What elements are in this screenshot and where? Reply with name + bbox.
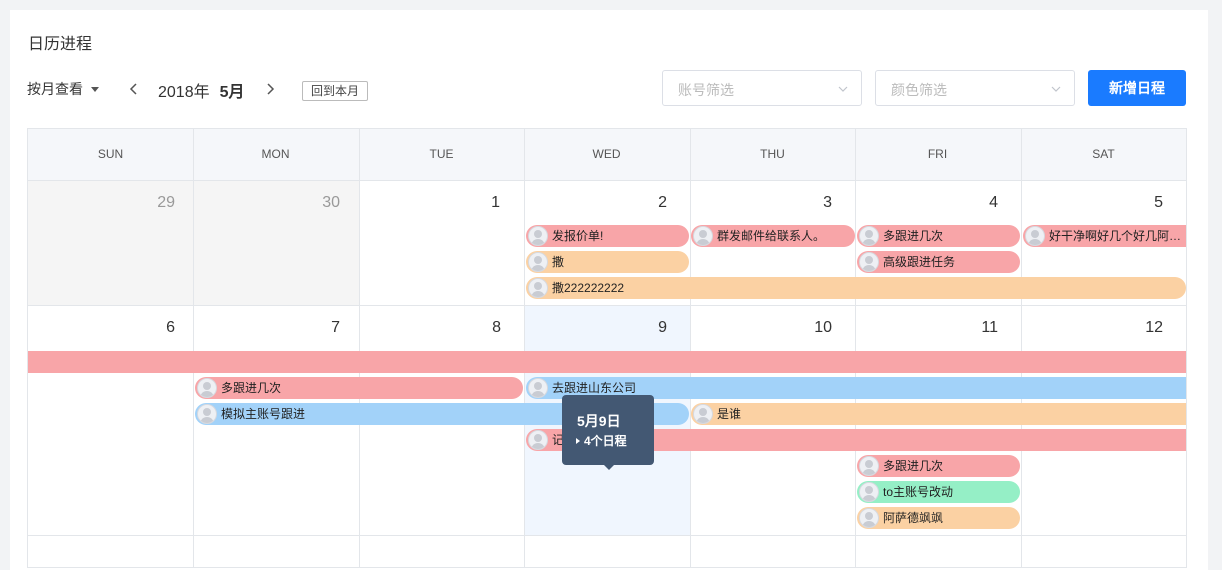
month-calendar-grid: SUN MON TUE WED THU FRI SAT 29 30 1 2 3 … xyxy=(27,128,1187,568)
day-number[interactable]: 11 xyxy=(968,319,998,337)
avatar xyxy=(1025,226,1045,246)
avatar xyxy=(859,252,879,272)
day-number[interactable]: 29 xyxy=(145,194,175,212)
chevron-down-icon xyxy=(838,86,848,92)
grid-line xyxy=(193,129,194,567)
tooltip-date: 5月9日 xyxy=(577,413,621,429)
event-bar[interactable]: to主账号改动 xyxy=(857,481,1020,503)
next-month-button[interactable] xyxy=(261,80,279,98)
current-year: 2018年 xyxy=(158,84,210,101)
tooltip-count: 4个日程 xyxy=(576,432,627,449)
new-schedule-button[interactable]: 新增日程 xyxy=(1088,70,1186,106)
color-filter-select[interactable]: 颜色筛选 xyxy=(875,70,1075,106)
event-bar[interactable]: 高级跟进任务 xyxy=(857,251,1020,273)
avatar xyxy=(197,378,217,398)
event-title: 好干净啊好几个好几阿… xyxy=(1049,229,1182,243)
page-title: 日历进程 xyxy=(28,36,93,53)
avatar xyxy=(528,278,548,298)
avatar xyxy=(528,226,548,246)
weekday-header: SUN MON TUE WED THU FRI SAT xyxy=(28,129,1186,180)
event-title: 多跟进几次 xyxy=(883,229,944,243)
day-number[interactable]: 30 xyxy=(310,194,340,212)
day-number[interactable]: 1 xyxy=(470,194,500,212)
event-bar[interactable]: 多跟进几次 xyxy=(195,377,523,399)
event-bar[interactable] xyxy=(28,351,1186,373)
event-title: 多跟进几次 xyxy=(883,459,944,473)
current-year-month: 2018年 5月 xyxy=(158,78,245,102)
day-number[interactable]: 4 xyxy=(968,194,998,212)
day-number[interactable]: 12 xyxy=(1133,319,1163,337)
avatar xyxy=(693,226,713,246)
event-bar[interactable]: 是谁 xyxy=(691,403,1186,425)
weekday-tue: TUE xyxy=(429,147,454,161)
chevron-left-icon xyxy=(129,83,137,95)
grid-line xyxy=(28,535,1186,536)
caret-right-icon xyxy=(576,438,580,444)
avatar xyxy=(859,508,879,528)
avatar xyxy=(859,226,879,246)
event-title: 阿萨德飒飒 xyxy=(883,511,944,525)
event-bar[interactable]: 阿萨德飒飒 xyxy=(857,507,1020,529)
avatar xyxy=(528,378,548,398)
account-filter-select[interactable]: 账号筛选 xyxy=(662,70,862,106)
weekday-wed: WED xyxy=(592,147,621,161)
grid-line xyxy=(1021,129,1022,567)
avatar xyxy=(528,252,548,272)
avatar xyxy=(859,482,879,502)
event-title: to主账号改动 xyxy=(883,485,954,499)
event-bar[interactable]: 撒 xyxy=(526,251,689,273)
event-bar[interactable]: 多跟进几次 xyxy=(857,225,1020,247)
event-bar[interactable]: 群发邮件给联系人。 xyxy=(691,225,855,247)
current-month: 5月 xyxy=(219,84,245,101)
view-mode-dropdown[interactable]: 按月查看 xyxy=(27,79,99,99)
grid-line xyxy=(690,129,691,567)
event-bar[interactable]: 发报价单! xyxy=(526,225,689,247)
caret-down-icon xyxy=(91,87,99,92)
calendar-card: 日历进程 按月查看 2018年 5月 回到本月 账号筛选 颜色筛选 新增日程 SU… xyxy=(10,10,1208,570)
weekday-sat: SAT xyxy=(1092,147,1115,161)
event-title: 发报价单! xyxy=(552,229,604,243)
grid-line xyxy=(28,180,1186,181)
weekday-mon: MON xyxy=(261,147,290,161)
day-number[interactable]: 9 xyxy=(637,319,667,337)
tooltip-arrow xyxy=(604,465,614,470)
day-number[interactable]: 2 xyxy=(637,194,667,212)
back-to-current-month-button[interactable]: 回到本月 xyxy=(302,81,369,101)
avatar xyxy=(197,404,217,424)
grid-line xyxy=(359,129,360,567)
weekday-thu: THU xyxy=(760,147,785,161)
avatar xyxy=(528,430,548,450)
day-number[interactable]: 8 xyxy=(471,319,501,337)
avatar xyxy=(859,456,879,476)
prev-month-button[interactable] xyxy=(125,80,143,98)
chevron-down-icon xyxy=(1051,86,1061,92)
day-number[interactable]: 5 xyxy=(1133,194,1163,212)
event-title: 群发邮件给联系人。 xyxy=(717,229,826,243)
chevron-right-icon xyxy=(267,83,275,95)
event-title: 多跟进几次 xyxy=(221,381,282,395)
event-title: 是谁 xyxy=(717,407,742,421)
grid-line xyxy=(855,129,856,567)
day-number[interactable]: 3 xyxy=(802,194,832,212)
event-bar[interactable]: 撒222222222 xyxy=(526,277,1186,299)
day-summary-tooltip[interactable]: 5月9日 4个日程 xyxy=(562,395,654,470)
weekday-sun: SUN xyxy=(97,147,124,161)
day-number[interactable]: 7 xyxy=(310,319,340,337)
grid-line xyxy=(28,305,1186,306)
tooltip-count-label: 4个日程 xyxy=(584,434,627,448)
event-title: 撒 xyxy=(552,255,565,269)
view-mode-label: 按月查看 xyxy=(27,81,83,97)
event-bar[interactable]: 多跟进几次 xyxy=(857,455,1020,477)
account-filter-placeholder: 账号筛选 xyxy=(678,82,734,98)
grid-line xyxy=(524,129,525,567)
avatar xyxy=(693,404,713,424)
day-number[interactable]: 6 xyxy=(145,319,175,337)
day-number[interactable]: 10 xyxy=(802,319,832,337)
event-title: 高级跟进任务 xyxy=(883,255,956,269)
event-title: 撒222222222 xyxy=(552,281,625,295)
color-filter-placeholder: 颜色筛选 xyxy=(891,82,947,98)
event-bar[interactable]: 好干净啊好几个好几阿… xyxy=(1023,225,1186,247)
weekday-fri: FRI xyxy=(927,147,948,161)
